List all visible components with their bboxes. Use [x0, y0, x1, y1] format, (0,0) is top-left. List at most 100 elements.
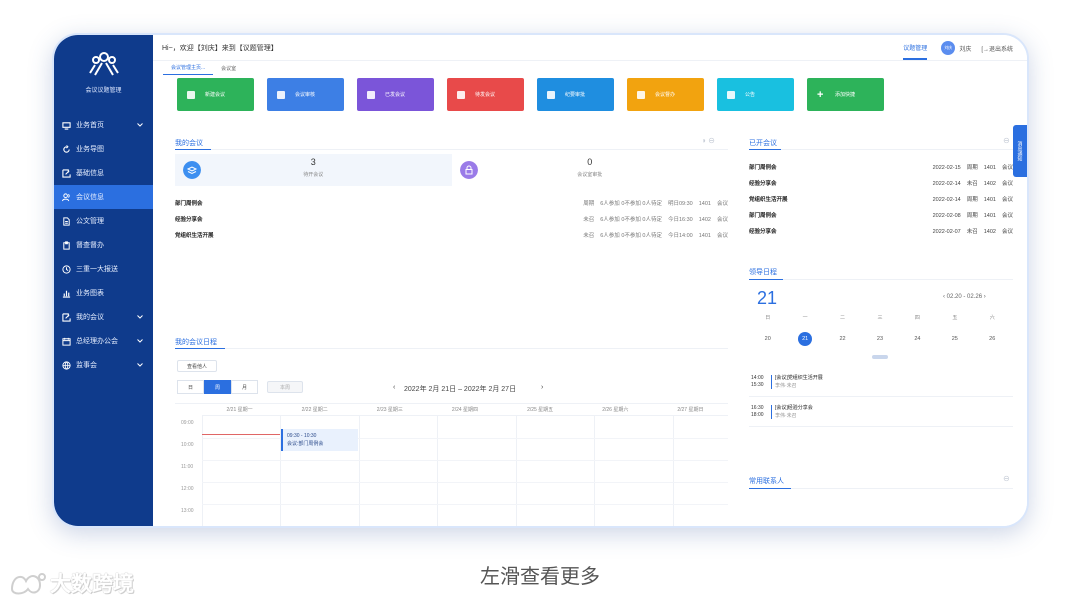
- sidebar-item-report[interactable]: 三重一大报送: [54, 257, 153, 281]
- this-week-button[interactable]: 本周: [267, 381, 303, 393]
- watermark-text: 大数跨境: [50, 573, 134, 596]
- sidebar-item-supervisory-board[interactable]: 监事会: [54, 353, 153, 377]
- list-item[interactable]: 部门周例会 2022-02-08 周期 1401 会议: [749, 207, 1013, 223]
- view-month-button[interactable]: 月: [231, 380, 258, 394]
- list-item[interactable]: 经验分享会 2022-02-07 未召 1402 会议: [749, 223, 1013, 239]
- schedule-sub: 李伟·未召: [775, 383, 797, 389]
- stat-pending[interactable]: 3 待开会议: [175, 154, 452, 186]
- date-cell[interactable]: 21: [786, 332, 823, 346]
- date-cell[interactable]: 22: [824, 332, 861, 346]
- new-meeting-button[interactable]: 新建会议: [177, 78, 254, 111]
- tab-meeting-home[interactable]: 会议管理主页...: [163, 64, 214, 75]
- add-shortcut-button[interactable]: + 添加快捷: [807, 78, 884, 111]
- sidebar-item-charts[interactable]: 业务图表: [54, 281, 153, 305]
- date-cell[interactable]: 24: [899, 332, 936, 346]
- module-link[interactable]: 议题管理: [903, 37, 928, 60]
- list-item[interactable]: 部门周例会 周期 6人参加 0不参加 0人待定 明日09:30 1401 会议: [175, 195, 728, 211]
- sidebar-item-label: 总经理办公会: [76, 338, 118, 345]
- quick-action-label: 添加快捷: [835, 92, 856, 98]
- next-week-icon[interactable]: ›: [541, 384, 543, 391]
- collapse-handle[interactable]: [872, 355, 888, 359]
- logout-button[interactable]: [→退出系统: [981, 44, 1013, 53]
- title-underline: [175, 348, 225, 349]
- schedule-time: 16:30 18:00: [751, 405, 764, 418]
- my-meetings-title: 我的会议: [175, 140, 203, 147]
- meeting-review-button[interactable]: 会议审核: [267, 78, 344, 111]
- meeting-meta: 2022-02-14 周期 1401 会议: [932, 197, 1013, 203]
- day-header: 2/27 星期日: [652, 404, 728, 416]
- monitor-icon: [62, 121, 71, 130]
- schedule-item[interactable]: 16:30 18:00 [会议]经验分享会 李伟·未召: [749, 401, 1013, 427]
- tab-meeting-room[interactable]: 会议室: [213, 65, 244, 75]
- app-logo: 会议议题管理: [54, 51, 153, 94]
- date-cell[interactable]: 26: [974, 332, 1011, 346]
- sidebar-item-label: 基础信息: [76, 170, 104, 177]
- grid-line: [437, 416, 438, 526]
- meeting-meta: 2022-02-15 周期 1401 会议: [932, 165, 1013, 171]
- sidebar-item-documents[interactable]: 公文管理: [54, 209, 153, 233]
- sidebar-item-home[interactable]: 业务首页: [54, 113, 153, 137]
- date-cell[interactable]: 25: [936, 332, 973, 346]
- stat-room-approval[interactable]: 0 会议室审批: [451, 154, 728, 186]
- list-item[interactable]: 党组织生活开展 未召 6人参加 0不参加 0人待定 今日14:00 1401 会议: [175, 227, 728, 243]
- grid-line: [202, 460, 728, 461]
- collapse-icon[interactable]: ⊖: [1003, 136, 1010, 145]
- list-item[interactable]: 经验分享会 2022-02-14 未召 1402 会议: [749, 175, 1013, 191]
- sidebar-item-supervision[interactable]: 督查督办: [54, 233, 153, 257]
- meeting-title: 部门周例会: [749, 165, 777, 171]
- divider: [175, 348, 728, 349]
- avatar[interactable]: 刘庆: [941, 41, 956, 55]
- date-cell[interactable]: 23: [861, 332, 898, 346]
- contrast-icon[interactable]: ◑: [701, 136, 706, 145]
- document-icon: [63, 216, 70, 226]
- view-week-button[interactable]: 周: [204, 380, 231, 394]
- stat-value: 3: [310, 157, 316, 167]
- meeting-meta: 2022-02-14 未召 1402 会议: [932, 181, 1013, 187]
- sidebar-item-my-meetings[interactable]: 我的会议: [54, 305, 153, 329]
- time-column: 09:00 10:00 11:00 12:00 13:00: [175, 416, 202, 526]
- collapse-icon[interactable]: ⊖: [1003, 474, 1010, 483]
- divider: [749, 149, 1013, 150]
- grid-line: [202, 416, 203, 526]
- prev-week-icon[interactable]: ‹: [943, 294, 945, 300]
- people-logo-icon: [88, 52, 119, 76]
- collapse-icon[interactable]: ⊖: [708, 136, 715, 145]
- pending-meetings-button[interactable]: 待发会议: [447, 78, 524, 111]
- title-underline: [749, 488, 791, 489]
- event-title: 会议:部门周例会: [287, 441, 324, 447]
- sidebar-item-map[interactable]: 业务导图: [54, 137, 153, 161]
- minutes-approval-button[interactable]: 纪要审批: [537, 78, 614, 111]
- meeting-meta: 周期 6人参加 0不参加 0人待定 明日09:30 1401 会议: [583, 201, 728, 207]
- users-icon: [187, 90, 195, 99]
- view-day-button[interactable]: 日: [177, 380, 204, 394]
- meeting-supervision-button[interactable]: 会议督办: [627, 78, 704, 111]
- week-nav: ‹ 02.20 - 02.26 ›: [943, 294, 986, 300]
- main-area: Hi~，欢迎【刘庆】来到【议题管理】 议题管理 刘庆 刘庆 [→退出系统 会议管…: [153, 35, 1027, 526]
- chevron-down-icon: [137, 123, 143, 127]
- sidebar-item-gm-office[interactable]: 总经理办公会: [54, 329, 153, 353]
- chevron-down-icon: [137, 363, 143, 367]
- meeting-title: 经验分享会: [749, 229, 777, 235]
- next-week-icon[interactable]: ›: [984, 294, 986, 300]
- sidebar-item-basic-info[interactable]: 基础信息: [54, 161, 153, 185]
- list-item[interactable]: 党组织生活开展 2022-02-14 周期 1401 会议: [749, 191, 1013, 207]
- calendar-body[interactable]: 09:30 - 10:30 会议:部门周例会: [202, 416, 728, 526]
- meeting-meta: 未召 6人参加 0不参加 0人待定 今日16:30 1402 会议: [583, 217, 728, 223]
- date-cell[interactable]: 20: [749, 332, 786, 346]
- meeting-meta: 2022-02-07 未召 1402 会议: [932, 229, 1013, 235]
- day-header: 2/26 星期六: [577, 404, 653, 416]
- prev-week-icon[interactable]: ‹: [393, 384, 395, 391]
- user-name[interactable]: 刘庆: [959, 44, 971, 53]
- view-others-button[interactable]: 查看他人: [177, 360, 217, 372]
- sidebar-item-meeting-info[interactable]: 会议信息: [54, 185, 153, 209]
- view-switch: 日 周 月: [177, 380, 258, 394]
- stage: 会议议题管理 业务首页 业务导图 基础信息 会议信息 公文管理 督查督办 三重一…: [0, 0, 1080, 607]
- schedule-title: [会议]经验分享会: [775, 405, 813, 411]
- side-notification-tab[interactable]: 消息通知: [1013, 125, 1027, 177]
- sent-meetings-button[interactable]: 已发会议: [357, 78, 434, 111]
- announcement-button[interactable]: 公告: [717, 78, 794, 111]
- list-item[interactable]: 部门周例会 2022-02-15 周期 1401 会议: [749, 159, 1013, 175]
- calendar-event[interactable]: 09:30 - 10:30 会议:部门周例会: [281, 429, 358, 451]
- schedule-item[interactable]: 14:00 15:30 [会议]党组织生活开展 李伟·未召: [749, 371, 1013, 397]
- list-item[interactable]: 经验分享会 未召 6人参加 0不参加 0人待定 今日16:30 1402 会议: [175, 211, 728, 227]
